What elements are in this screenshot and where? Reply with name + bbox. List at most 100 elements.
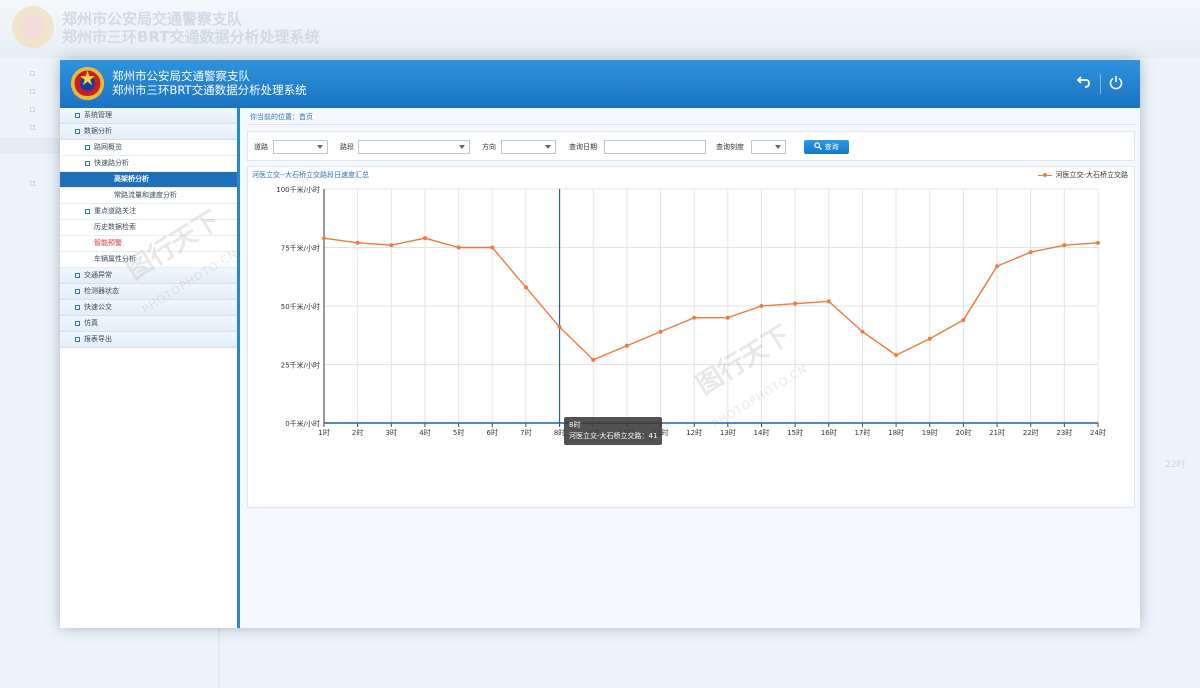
query-button-label: 查询 xyxy=(824,143,839,151)
sidebar-item[interactable]: 常路流量和速度分析 xyxy=(60,188,237,204)
data-point xyxy=(995,264,1000,269)
expand-icon xyxy=(75,337,80,342)
expand-icon xyxy=(75,305,80,310)
section-select[interactable] xyxy=(358,140,470,154)
sidebar-item-label: 仿真 xyxy=(84,319,98,327)
data-point xyxy=(860,329,865,334)
expand-icon xyxy=(85,161,90,166)
expand-icon xyxy=(75,321,80,326)
sidebar-item[interactable]: 历史数据检索 xyxy=(60,220,237,236)
filter-bar: 道路 路段 方向 查询日期 查询刻度 查询 xyxy=(247,131,1135,161)
tooltip-hour: 8时 xyxy=(569,421,581,429)
query-button[interactable]: 查询 xyxy=(804,140,849,154)
sidebar-item[interactable]: 快速路分析 xyxy=(60,156,237,172)
background-title-line1: 郑州市公安局交通警察支队 xyxy=(62,10,243,28)
sidebar-item-label: 重点道路关注 xyxy=(94,207,136,215)
sidebar-item-label: 检测器状态 xyxy=(84,287,119,295)
data-point xyxy=(1096,240,1100,245)
app-title-line1: 郑州市公安局交通警察支队 xyxy=(112,69,250,83)
x-tick-label: 16时 xyxy=(821,428,837,437)
expand-icon xyxy=(75,129,80,134)
direction-select[interactable] xyxy=(501,140,556,154)
expand-icon xyxy=(75,289,80,294)
data-point xyxy=(523,285,528,290)
data-point xyxy=(557,325,562,330)
chart-legend[interactable]: 河医立交-大石桥立交路 xyxy=(1038,170,1128,180)
y-tick-label: 50千米/小时 xyxy=(281,302,320,311)
x-tick-label: 18时 xyxy=(888,428,904,437)
expand-icon xyxy=(75,113,80,118)
sidebar-item[interactable]: 高架桥分析 xyxy=(60,172,237,188)
search-icon xyxy=(814,142,823,150)
speed-line-chart: 0千米/小时 25千米/小时 50千米/小时 75千米/小时 100千米/小时 1时 2时 3… xyxy=(276,185,1106,437)
tooltip-value: 河医立交-大石桥立交路：41 xyxy=(569,432,658,440)
data-point xyxy=(658,329,663,334)
x-tick-label: 15时 xyxy=(787,428,803,437)
date-input[interactable] xyxy=(604,140,706,154)
background-title-line2: 郑州市三环BRT交通数据分析处理系统 xyxy=(62,28,320,46)
data-point xyxy=(894,353,899,358)
sidebar-item-label: 系统管理 xyxy=(84,111,112,119)
sidebar-item[interactable]: 快速公交 xyxy=(60,300,237,316)
sidebar-item-label: 报表导出 xyxy=(84,335,112,343)
top-bar: 郑州市公安局交通警察支队 郑州市三环BRT交通数据分析处理系统 xyxy=(60,60,1140,108)
data-point xyxy=(692,315,697,320)
legend-label: 河医立交-大石桥立交路 xyxy=(1055,171,1128,179)
x-tick-label: 23时 xyxy=(1056,428,1072,437)
sidebar-item[interactable]: 路网概览 xyxy=(60,140,237,156)
expand-icon xyxy=(85,145,90,150)
sidebar-item[interactable]: 车辆属性分析 xyxy=(60,252,237,268)
x-tick-label: 13时 xyxy=(720,428,736,437)
direction-label: 方向 xyxy=(482,143,496,151)
sidebar-item[interactable]: 重点道路关注 xyxy=(60,204,237,220)
sidebar-item[interactable]: 检测器状态 xyxy=(60,284,237,300)
police-emblem-icon xyxy=(70,66,105,101)
data-point xyxy=(961,318,966,323)
data-point xyxy=(1028,250,1033,255)
scale-label: 查询刻度 xyxy=(716,143,744,151)
x-tick-label: 20时 xyxy=(955,428,971,437)
back-arrow-icon[interactable] xyxy=(1074,74,1094,94)
data-point xyxy=(624,343,629,348)
road-select[interactable] xyxy=(273,140,328,154)
sidebar-item[interactable]: 报表导出 xyxy=(60,332,237,348)
data-point xyxy=(725,315,730,320)
sidebar-item-label: 高架桥分析 xyxy=(114,175,149,183)
sidebar-item[interactable]: 仿真 xyxy=(60,316,237,332)
sidebar-item-label: 快速路分析 xyxy=(94,159,129,167)
background-emblem-icon xyxy=(12,6,54,48)
sidebar-item[interactable]: 数据分析 xyxy=(60,124,237,140)
y-tick-label: 25千米/小时 xyxy=(281,361,320,370)
main-content: 你当前的位置：首页 道路 路段 方向 查询日期 查询刻度 查询 0千米/小时 25… xyxy=(243,108,1140,628)
y-tick-label: 100千米/小时 xyxy=(276,185,320,194)
sidebar-item-label: 交通异常 xyxy=(84,271,112,279)
section-label: 路段 xyxy=(340,143,354,151)
breadcrumb: 你当前的位置：首页 xyxy=(247,110,1137,125)
sidebar-menu: 系统管理数据分析 路网概览快速路分析高架桥分析常路流量和速度分析重点道路关注历史数… xyxy=(60,108,237,348)
x-tick-label: 21时 xyxy=(989,428,1005,437)
scale-select[interactable] xyxy=(751,140,786,154)
data-point xyxy=(927,336,932,341)
data-point xyxy=(591,357,596,362)
road-label: 道路 xyxy=(254,143,268,151)
sidebar-item[interactable]: 智能预警 xyxy=(60,236,237,252)
x-tick-label: 2时 xyxy=(352,428,363,437)
x-tick-label: 24时 xyxy=(1090,428,1106,437)
data-point xyxy=(793,301,798,306)
power-icon[interactable] xyxy=(1106,74,1126,94)
x-tick-label: 4时 xyxy=(419,428,430,437)
x-tick-label: 19时 xyxy=(922,428,938,437)
data-point xyxy=(322,236,326,241)
background-header: 郑州市公安局交通警察支队 郑州市三环BRT交通数据分析处理系统 xyxy=(0,0,1200,58)
sidebar-item[interactable]: 交通异常 xyxy=(60,268,237,284)
x-tick-label: 17时 xyxy=(854,428,870,437)
series-line xyxy=(323,237,1099,361)
data-point xyxy=(355,240,360,245)
sidebar-item[interactable]: 系统管理 xyxy=(60,108,237,124)
background-title: 郑州市公安局交通警察支队 郑州市三环BRT交通数据分析处理系统 xyxy=(62,10,320,46)
background-x-tick: 22时 xyxy=(1165,460,1186,470)
x-tick-label: 7时 xyxy=(520,428,531,437)
sidebar: 系统管理数据分析 路网概览快速路分析高架桥分析常路流量和速度分析重点道路关注历史数… xyxy=(60,108,240,628)
data-point xyxy=(759,304,764,308)
data-point xyxy=(1062,243,1067,248)
